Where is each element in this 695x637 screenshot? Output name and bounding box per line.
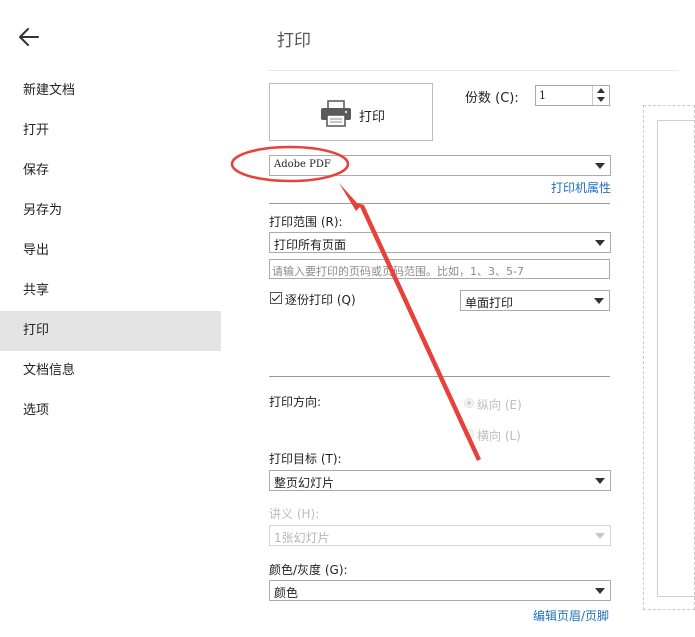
print-target-select[interactable]: 整页幻灯片	[269, 470, 611, 491]
nav-item-open[interactable]: 打开	[0, 111, 221, 151]
handout-select[interactable]: 1张幻灯片	[269, 525, 611, 546]
nav-item-export[interactable]: 导出	[0, 231, 221, 271]
back-button[interactable]	[16, 24, 42, 50]
color-label: 颜色/灰度 (G):	[269, 563, 348, 577]
print-button-label: 打印	[359, 110, 386, 125]
nav-item-document-info[interactable]: 文档信息	[0, 351, 221, 391]
nav-item-new-document[interactable]: 新建文档	[0, 71, 221, 111]
print-target-label: 打印目标 (T):	[269, 452, 342, 466]
annotation-arrow	[339, 183, 481, 461]
preview-page	[657, 120, 695, 597]
chevron-down-icon	[594, 298, 604, 304]
printer-properties-link[interactable]: 打印机属性	[551, 179, 611, 196]
chevron-down-icon	[595, 533, 605, 539]
page-title: 打印	[277, 31, 311, 51]
decrement-icon[interactable]	[597, 97, 605, 102]
handout-value: 1张幻灯片	[274, 531, 330, 545]
collate-checkbox[interactable]	[270, 292, 282, 304]
printer-icon	[321, 100, 351, 127]
printer-select[interactable]: Adobe PDF	[269, 155, 611, 176]
landscape-label: 横向 (L)	[477, 429, 521, 443]
copies-stepper[interactable]: 1	[535, 85, 610, 106]
copies-label: 份数 (C):	[465, 91, 519, 106]
edit-header-footer-link[interactable]: 编辑页眉/页脚	[533, 607, 609, 624]
print-range-select[interactable]: 打印所有页面	[269, 232, 611, 253]
print-target-value: 整页幻灯片	[274, 476, 335, 490]
print-button[interactable]: 打印	[269, 83, 433, 141]
sidebar: 新建文档 打开 保存 另存为 导出 共享 打印 文档信息 选项	[0, 0, 221, 637]
portrait-label: 纵向 (E)	[477, 398, 522, 412]
printer-select-value: Adobe PDF	[274, 159, 331, 170]
title-divider	[269, 70, 678, 71]
nav-item-options[interactable]: 选项	[0, 391, 221, 431]
chevron-down-icon	[595, 163, 605, 169]
landscape-radio[interactable]	[464, 429, 474, 439]
portrait-radio[interactable]	[464, 398, 474, 408]
page-range-placeholder: 请输入要打印的页码或页码范围。比如，1、3、5-7	[272, 265, 524, 278]
nav-item-save-as[interactable]: 另存为	[0, 191, 221, 231]
page-range-input[interactable]: 请输入要打印的页码或页码范围。比如，1、3、5-7	[269, 259, 610, 279]
chevron-down-icon	[595, 240, 605, 246]
chevron-down-icon	[595, 478, 605, 484]
copies-value: 1	[539, 89, 546, 102]
sides-value: 单面打印	[465, 296, 514, 310]
increment-icon[interactable]	[597, 88, 605, 93]
nav-item-share[interactable]: 共享	[0, 271, 221, 311]
print-range-value: 打印所有页面	[274, 238, 347, 252]
orientation-label: 打印方向:	[269, 395, 322, 409]
section-divider	[269, 203, 610, 204]
nav-item-save[interactable]: 保存	[0, 151, 221, 191]
arrow-left-icon	[19, 28, 39, 46]
sides-select[interactable]: 单面打印	[460, 290, 610, 311]
collate-label: 逐份打印 (Q)	[285, 293, 356, 307]
color-select[interactable]: 颜色	[269, 580, 611, 601]
print-range-label: 打印范围 (R):	[269, 215, 343, 229]
section-divider	[269, 376, 610, 377]
chevron-down-icon	[595, 588, 605, 594]
copies-spin[interactable]	[592, 86, 609, 105]
nav-item-print[interactable]: 打印	[0, 311, 221, 351]
color-value: 颜色	[274, 586, 299, 600]
handout-label: 讲义 (H):	[269, 507, 320, 521]
